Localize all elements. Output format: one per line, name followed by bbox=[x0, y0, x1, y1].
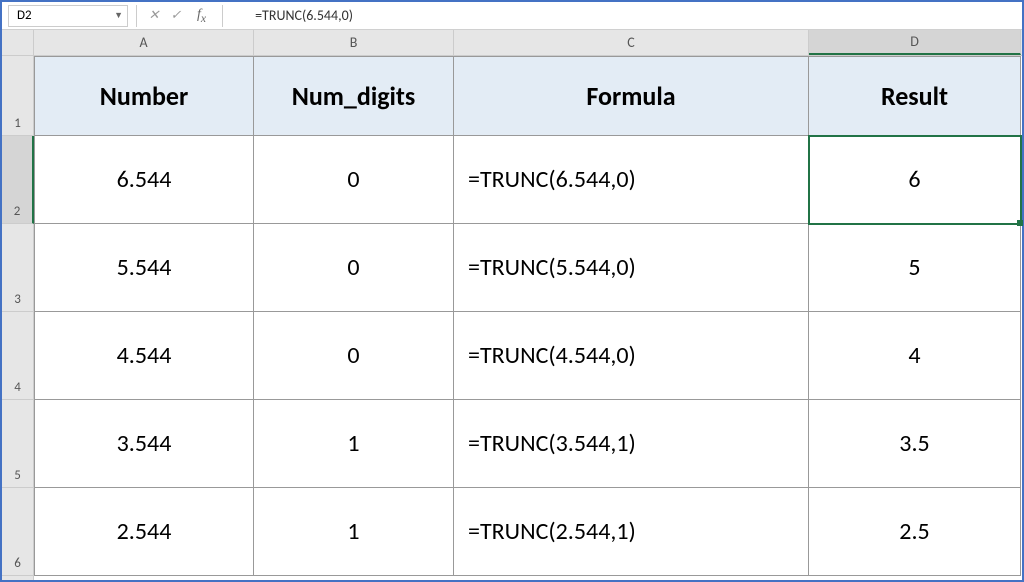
cell-C5[interactable]: =TRUNC(3.544,1) bbox=[454, 400, 809, 488]
row-header-1[interactable]: 1 bbox=[2, 56, 33, 136]
cell-A3[interactable]: 5.544 bbox=[34, 224, 254, 312]
cell-B4[interactable]: 0 bbox=[254, 312, 454, 400]
cell-B3[interactable]: 0 bbox=[254, 224, 454, 312]
cell-D4[interactable]: 4 bbox=[809, 312, 1021, 400]
fx-icon[interactable]: fx bbox=[191, 7, 212, 25]
cell-C1[interactable]: Formula bbox=[454, 56, 809, 136]
formula-bar-icons: ✕ ✓ fx bbox=[139, 7, 220, 25]
cell-C3[interactable]: =TRUNC(5.544,0) bbox=[454, 224, 809, 312]
name-box[interactable]: D2 ▼ bbox=[8, 5, 128, 27]
cell-C6[interactable]: =TRUNC(2.544,1) bbox=[454, 488, 809, 576]
row-header-5[interactable]: 5 bbox=[2, 400, 33, 488]
cell-D5[interactable]: 3.5 bbox=[809, 400, 1021, 488]
cell-D3[interactable]: 5 bbox=[809, 224, 1021, 312]
col-header-A[interactable]: A bbox=[34, 30, 254, 55]
cell-A2[interactable]: 6.544 bbox=[34, 136, 254, 224]
row-header-4[interactable]: 4 bbox=[2, 312, 33, 400]
cell-D6[interactable]: 2.5 bbox=[809, 488, 1021, 576]
cell-C4[interactable]: =TRUNC(4.544,0) bbox=[454, 312, 809, 400]
cancel-icon[interactable]: ✕ bbox=[147, 8, 161, 23]
row-header-3[interactable]: 3 bbox=[2, 224, 33, 312]
spreadsheet-grid: 1 2 3 4 5 6 A B C D Number Num_digits Fo… bbox=[2, 30, 1022, 580]
cell-A6[interactable]: 2.544 bbox=[34, 488, 254, 576]
table-row: 5.544 0 =TRUNC(5.544,0) 5 bbox=[34, 224, 1022, 312]
row-header-2[interactable]: 2 bbox=[2, 136, 34, 224]
formula-input[interactable] bbox=[225, 5, 1022, 27]
cell-D1[interactable]: Result bbox=[809, 56, 1021, 136]
col-header-B[interactable]: B bbox=[254, 30, 454, 55]
cell-B6[interactable]: 1 bbox=[254, 488, 454, 576]
cell-D2-active[interactable]: 6 bbox=[809, 136, 1021, 224]
cell-A4[interactable]: 4.544 bbox=[34, 312, 254, 400]
col-header-D[interactable]: D bbox=[809, 30, 1021, 55]
row-headers-column: 1 2 3 4 5 6 bbox=[2, 30, 34, 580]
select-all-corner[interactable] bbox=[2, 30, 33, 56]
table-header-row: Number Num_digits Formula Result bbox=[34, 56, 1022, 136]
fill-handle[interactable] bbox=[1017, 220, 1023, 226]
name-box-value: D2 bbox=[17, 8, 32, 23]
data-rows: Number Num_digits Formula Result 6.544 0… bbox=[34, 56, 1022, 576]
column-headers-row: A B C D bbox=[34, 30, 1022, 56]
cell-B5[interactable]: 1 bbox=[254, 400, 454, 488]
row-header-6[interactable]: 6 bbox=[2, 488, 33, 576]
cell-A5[interactable]: 3.544 bbox=[34, 400, 254, 488]
cell-C2[interactable]: =TRUNC(6.544,0) bbox=[454, 136, 809, 224]
table-row: 3.544 1 =TRUNC(3.544,1) 3.5 bbox=[34, 400, 1022, 488]
grid-main: A B C D Number Num_digits Formula Result… bbox=[34, 30, 1022, 580]
divider bbox=[136, 5, 137, 27]
table-row: 6.544 0 =TRUNC(6.544,0) 6 bbox=[34, 136, 1022, 224]
table-row: 2.544 1 =TRUNC(2.544,1) 2.5 bbox=[34, 488, 1022, 576]
cell-B2[interactable]: 0 bbox=[254, 136, 454, 224]
divider bbox=[222, 5, 223, 27]
table-row: 4.544 0 =TRUNC(4.544,0) 4 bbox=[34, 312, 1022, 400]
cell-B1[interactable]: Num_digits bbox=[254, 56, 454, 136]
formula-bar-row: D2 ▼ ✕ ✓ fx bbox=[2, 2, 1022, 30]
dropdown-caret-icon[interactable]: ▼ bbox=[114, 10, 123, 21]
confirm-icon[interactable]: ✓ bbox=[169, 8, 183, 23]
cell-A1[interactable]: Number bbox=[34, 56, 254, 136]
col-header-C[interactable]: C bbox=[454, 30, 809, 55]
